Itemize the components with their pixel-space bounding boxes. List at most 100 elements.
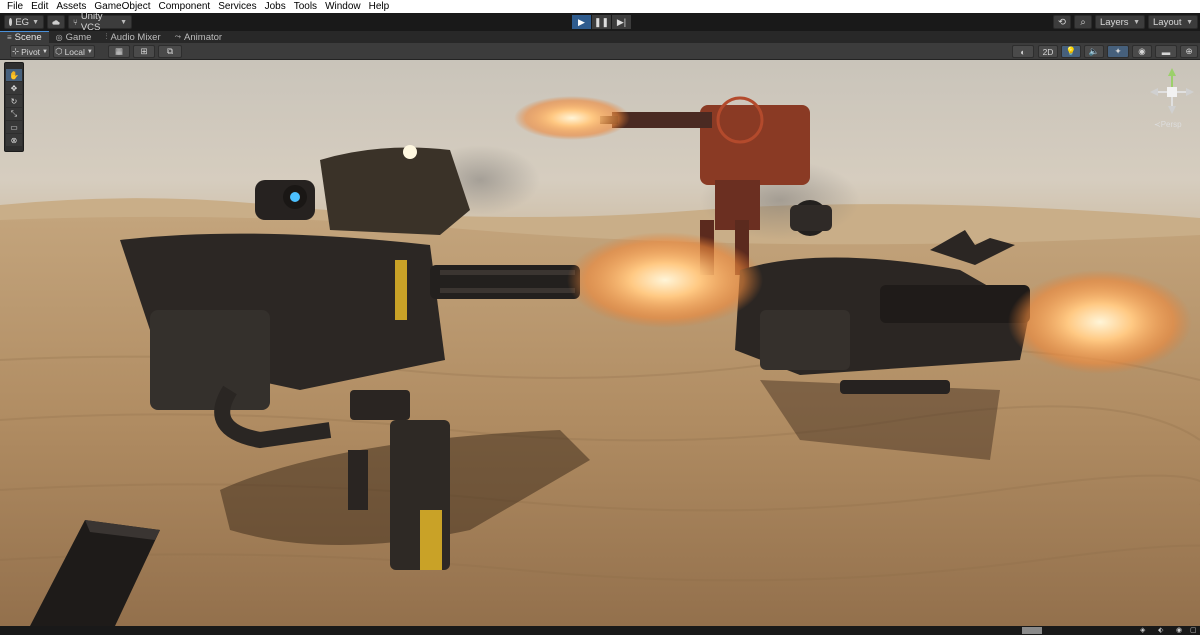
projection-label[interactable]: ≺Persp bbox=[1154, 120, 1182, 129]
chevron-down-icon: ▼ bbox=[1133, 18, 1140, 26]
debug-mode-icon[interactable]: ⬖ bbox=[1158, 626, 1163, 634]
scene-viewport[interactable] bbox=[0, 60, 1200, 626]
vcs-dropdown[interactable]: ⑂ Unity VCS ▼ bbox=[68, 11, 132, 33]
rect-icon: ▭ bbox=[10, 122, 18, 132]
hand-tool-button[interactable]: ✋ bbox=[6, 69, 22, 81]
muzzle-flash bbox=[514, 96, 630, 140]
menu-file[interactable]: File bbox=[4, 0, 28, 13]
axis-gizmo-icon bbox=[1150, 68, 1194, 114]
audio-mixer-icon: ⫶ bbox=[105, 32, 108, 41]
snap-increment-dropdown[interactable]: ⊞ bbox=[133, 45, 155, 58]
rotate-tool-button[interactable]: ↻ bbox=[6, 95, 22, 107]
move-tool-button[interactable]: ✥ bbox=[6, 82, 22, 94]
muzzle-flash bbox=[567, 232, 763, 328]
scale-tool-button[interactable]: ⤡ bbox=[6, 108, 22, 120]
pivot-icon: ⊹ bbox=[12, 46, 20, 56]
grid-icon: ▦ bbox=[114, 46, 124, 56]
account-dropdown[interactable]: EG ▼ bbox=[4, 15, 44, 29]
chevron-down-icon: ▼ bbox=[32, 18, 39, 26]
search-icon: ⌕ bbox=[1080, 16, 1086, 28]
animator-icon: ⤳ bbox=[174, 32, 182, 41]
progress-indicator bbox=[1022, 627, 1042, 634]
chevron-down-icon: ▼ bbox=[42, 48, 48, 55]
space-dropdown[interactable]: ⬡ Local ▼ bbox=[53, 45, 95, 58]
history-button[interactable]: ⟲ bbox=[1053, 15, 1071, 29]
chevron-down-icon: ▼ bbox=[120, 18, 127, 26]
game-icon: ◎ bbox=[55, 32, 63, 42]
visibility-toggle[interactable]: ◉ bbox=[1132, 45, 1152, 58]
step-icon: ▶| bbox=[616, 16, 627, 27]
tab-label: Animator bbox=[184, 31, 223, 43]
scene-toolbar: ⊹ Pivot ▼ ⬡ Local ▼ ▦ ⊞ ⧉ ◐ 2D 💡 🔈 ✦ ◉ ▬… bbox=[0, 43, 1200, 60]
menu-jobs[interactable]: Jobs bbox=[262, 0, 291, 13]
effects-icon: ✦ bbox=[1114, 46, 1122, 56]
vcs-icon: ⑂ bbox=[73, 17, 78, 27]
status-bar: ◈ ⬖ ◉ ▢ bbox=[0, 626, 1200, 635]
notifications-icon[interactable]: ▢ bbox=[1190, 626, 1197, 634]
play-controls: ▶ ❚❚ ▶| bbox=[572, 15, 631, 29]
cloud-icon bbox=[52, 19, 60, 25]
scene-icon: ≡ bbox=[7, 33, 12, 42]
tab-audio-mixer[interactable]: ⫶ Audio Mixer bbox=[98, 31, 167, 43]
pause-icon: ❚❚ bbox=[593, 16, 610, 27]
transform-tool-button[interactable]: ⊗ bbox=[6, 134, 22, 146]
menu-tools[interactable]: Tools bbox=[291, 0, 322, 13]
camera-dropdown[interactable]: ▬ bbox=[1155, 45, 1177, 58]
tab-game[interactable]: ◎ Game bbox=[49, 31, 99, 43]
cache-server-icon[interactable]: ◈ bbox=[1140, 626, 1145, 634]
layers-dropdown[interactable]: Layers ▼ bbox=[1095, 15, 1145, 29]
menu-component[interactable]: Component bbox=[156, 0, 216, 13]
chevron-down-icon: ▼ bbox=[1186, 18, 1193, 26]
space-label: Local bbox=[64, 46, 85, 57]
menu-window[interactable]: Window bbox=[322, 0, 366, 13]
cloud-button[interactable] bbox=[47, 15, 65, 29]
layers-label: Layers bbox=[1100, 16, 1129, 28]
menu-help[interactable]: Help bbox=[366, 0, 395, 13]
account-label: EG bbox=[15, 16, 30, 28]
menu-edit[interactable]: Edit bbox=[28, 0, 53, 13]
muzzle-flash bbox=[1008, 270, 1192, 374]
overlay-icon: ⧉ bbox=[166, 46, 174, 56]
persp-prefix-icon: ≺ bbox=[1154, 120, 1161, 129]
pivot-label: Pivot bbox=[21, 46, 41, 57]
scale-icon: ⤡ bbox=[10, 109, 18, 118]
eye-icon: ◉ bbox=[1138, 46, 1146, 56]
tab-label: Scene bbox=[14, 32, 42, 43]
audio-toggle[interactable]: 🔈 bbox=[1084, 45, 1104, 58]
shading-mode-dropdown[interactable]: ◐ bbox=[1012, 45, 1034, 58]
step-button[interactable]: ▶| bbox=[612, 15, 631, 29]
grid-snap-dropdown[interactable]: ▦ bbox=[108, 45, 130, 58]
tab-label: Game bbox=[65, 31, 92, 43]
effects-dropdown[interactable]: ✦ bbox=[1107, 45, 1129, 58]
pivot-dropdown[interactable]: ⊹ Pivot ▼ bbox=[10, 45, 50, 58]
transform-icon: ⊗ bbox=[10, 135, 18, 145]
move-icon: ✥ bbox=[10, 83, 18, 93]
play-button[interactable]: ▶ bbox=[572, 15, 591, 29]
gizmos-dropdown[interactable]: ⊕ bbox=[1180, 45, 1198, 58]
menu-bar: File Edit Assets GameObject Component Se… bbox=[0, 0, 1200, 13]
rect-tool-button[interactable]: ▭ bbox=[6, 121, 22, 133]
layout-dropdown[interactable]: Layout ▼ bbox=[1148, 15, 1198, 29]
tab-animator[interactable]: ⤳ Animator bbox=[168, 31, 229, 43]
rotate-icon: ↻ bbox=[10, 96, 18, 106]
main-toolbar: EG ▼ ⑂ Unity VCS ▼ ▶ ❚❚ ▶| ⟲ ⌕ Layers ▼ … bbox=[0, 11, 1200, 33]
history-icon: ⟲ bbox=[1058, 16, 1066, 28]
toggle-2d-button[interactable]: 2D bbox=[1038, 45, 1058, 58]
tab-scene[interactable]: ≡ Scene bbox=[0, 31, 49, 43]
collab-icon[interactable]: ◉ bbox=[1176, 626, 1182, 634]
camera-icon: ▬ bbox=[1161, 46, 1171, 57]
search-button[interactable]: ⌕ bbox=[1074, 15, 1092, 29]
account-icon bbox=[9, 18, 13, 26]
menu-services[interactable]: Services bbox=[215, 0, 261, 13]
play-icon: ▶ bbox=[578, 16, 585, 27]
pause-button[interactable]: ❚❚ bbox=[592, 15, 611, 29]
tab-label: Audio Mixer bbox=[110, 31, 161, 43]
layout-label: Layout bbox=[1153, 16, 1182, 28]
overlay-dropdown[interactable]: ⧉ bbox=[158, 45, 182, 58]
snap-icon: ⊞ bbox=[140, 46, 148, 56]
gizmos-icon: ⊕ bbox=[1185, 46, 1193, 56]
lighting-toggle[interactable]: 💡 bbox=[1061, 45, 1081, 58]
mode-2d-label: 2D bbox=[1042, 46, 1054, 57]
hand-icon: ✋ bbox=[9, 70, 19, 80]
shading-icon: ◐ bbox=[1020, 46, 1026, 57]
